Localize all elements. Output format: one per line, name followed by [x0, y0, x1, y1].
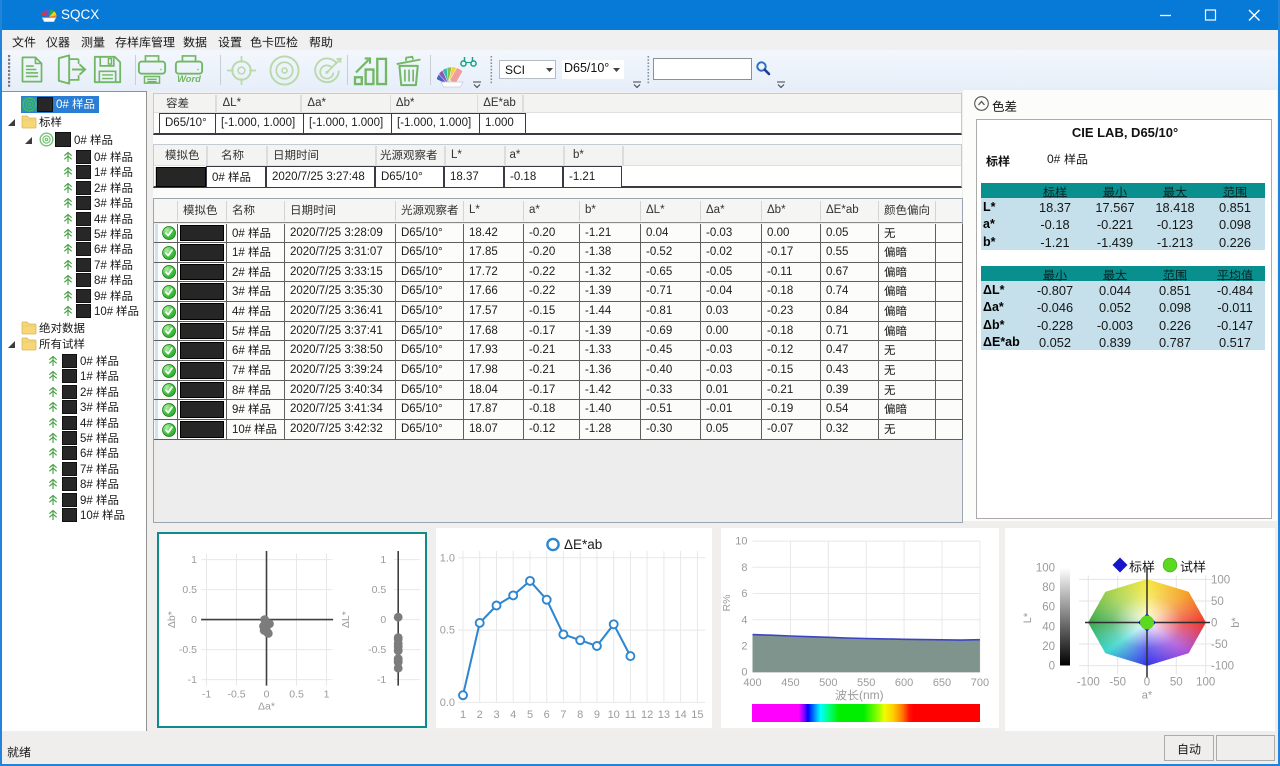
svg-text:13: 13	[658, 709, 670, 721]
svg-text:1: 1	[460, 709, 466, 721]
svg-text:10: 10	[735, 536, 747, 548]
svg-text:50: 50	[1211, 596, 1224, 608]
svg-text:-1: -1	[377, 674, 386, 686]
svg-text:12: 12	[641, 709, 653, 721]
svg-text:100: 100	[1211, 574, 1230, 586]
svg-text:-100: -100	[1077, 677, 1100, 689]
svg-text:6: 6	[741, 588, 747, 600]
svg-text:-1: -1	[188, 674, 197, 686]
svg-text:0: 0	[1211, 618, 1217, 630]
svg-text:50: 50	[1170, 677, 1183, 689]
svg-text:600: 600	[895, 677, 913, 689]
svg-text:R%: R%	[721, 595, 733, 612]
svg-text:0: 0	[1144, 677, 1150, 689]
svg-text:0.5: 0.5	[182, 584, 197, 596]
svg-text:-1: -1	[202, 689, 211, 701]
svg-text:4: 4	[741, 614, 747, 626]
svg-text:ΔE*ab: ΔE*ab	[564, 537, 602, 552]
svg-text:-50: -50	[1109, 677, 1126, 689]
svg-text:0: 0	[380, 614, 386, 626]
svg-text:-0.5: -0.5	[179, 644, 197, 656]
svg-text:15: 15	[691, 709, 703, 721]
svg-text:60: 60	[1042, 602, 1055, 614]
svg-text:2: 2	[477, 709, 483, 721]
svg-text:0.5: 0.5	[372, 584, 387, 596]
svg-text:1: 1	[324, 689, 330, 701]
svg-text:700: 700	[971, 677, 989, 689]
svg-text:3: 3	[493, 709, 499, 721]
svg-text:4: 4	[510, 709, 516, 721]
svg-text:2: 2	[741, 641, 747, 653]
svg-text:9: 9	[594, 709, 600, 721]
svg-text:Word: Word	[177, 74, 201, 84]
svg-text:6: 6	[544, 709, 550, 721]
svg-text:100: 100	[1196, 677, 1215, 689]
svg-text:5: 5	[527, 709, 533, 721]
svg-text:-100: -100	[1211, 661, 1234, 673]
svg-text:0: 0	[264, 689, 270, 701]
svg-text:0.5: 0.5	[289, 689, 304, 701]
svg-text:450: 450	[781, 677, 799, 689]
svg-text:400: 400	[743, 677, 761, 689]
svg-text:80: 80	[1042, 582, 1055, 594]
svg-text:L*: L*	[1022, 612, 1034, 623]
svg-text:0.5: 0.5	[440, 625, 455, 637]
svg-text:0: 0	[1049, 661, 1055, 673]
svg-text:a*: a*	[1142, 690, 1153, 702]
svg-text:1: 1	[191, 554, 197, 566]
svg-text:-50: -50	[1211, 639, 1228, 651]
svg-text:Δb*: Δb*	[166, 611, 178, 628]
svg-text:0: 0	[191, 614, 197, 626]
svg-text:8: 8	[741, 562, 747, 574]
svg-text:-0.5: -0.5	[227, 689, 245, 701]
svg-text:0.0: 0.0	[440, 697, 455, 709]
svg-text:Δa*: Δa*	[258, 701, 275, 713]
svg-text:10: 10	[608, 709, 620, 721]
svg-text:40: 40	[1042, 621, 1055, 633]
svg-text:14: 14	[674, 709, 686, 721]
svg-text:-0.5: -0.5	[368, 644, 386, 656]
svg-text:7: 7	[560, 709, 566, 721]
svg-text:1.0: 1.0	[440, 552, 455, 564]
svg-text:1: 1	[380, 554, 386, 566]
svg-text:650: 650	[933, 677, 951, 689]
svg-text:ΔL*: ΔL*	[340, 611, 352, 628]
svg-text:8: 8	[577, 709, 583, 721]
svg-text:20: 20	[1042, 641, 1055, 653]
svg-text:b*: b*	[1230, 617, 1242, 628]
svg-text:100: 100	[1036, 563, 1055, 575]
svg-text:11: 11	[625, 709, 636, 721]
